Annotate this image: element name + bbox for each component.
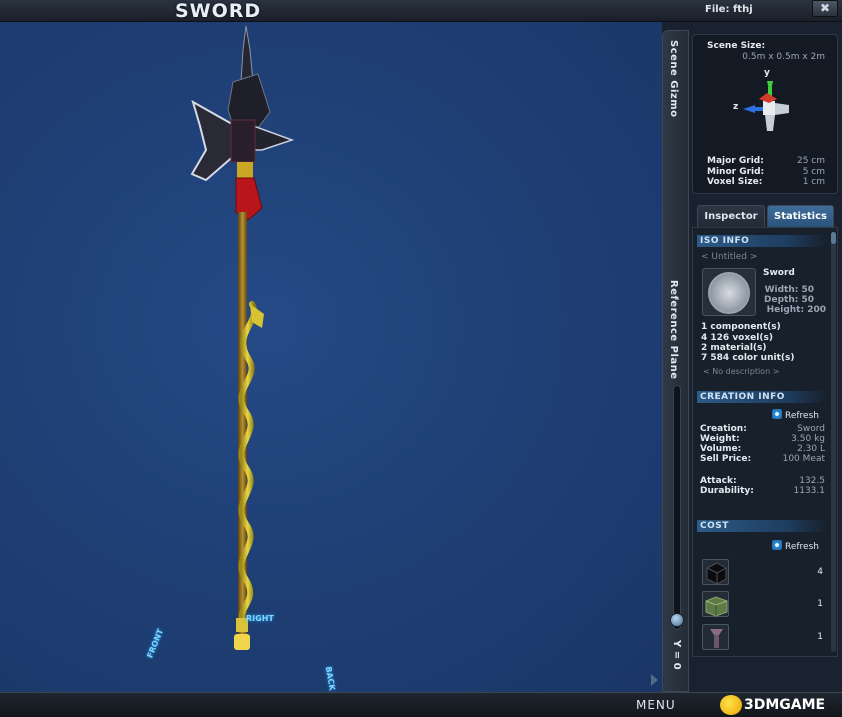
creation-label: Creation: [700, 424, 747, 434]
watermark-text: 3DMGAME [744, 697, 826, 713]
cost-item: 4 [697, 557, 827, 589]
scene-gizmo-panel: Scene Size: 0.5m x 0.5m x 2m y z Major G… [692, 34, 838, 194]
menu-button[interactable]: MENU [636, 698, 676, 712]
watermark-logo-icon [720, 695, 742, 715]
iso-materials: 2 material(s) [701, 343, 767, 353]
iso-info-header: ISO INFO [697, 235, 827, 247]
weight-label: Weight: [700, 434, 740, 444]
cost-header: COST [697, 520, 827, 532]
cost-qty: 1 [817, 599, 823, 609]
sell-price-value: 100 Meat [782, 454, 825, 464]
app-title: SWORD [175, 0, 262, 22]
3d-viewport[interactable]: FRONT RIGHT BACK [0, 22, 662, 692]
volume-value: 2.30 L [797, 444, 825, 454]
voxel-size-value: 1 cm [802, 177, 825, 187]
durability-label: Durability: [700, 486, 754, 496]
tab-statistics[interactable]: Statistics [767, 205, 834, 227]
creation-emblem-icon [708, 272, 750, 314]
reference-plane-tab[interactable]: Reference Plane [668, 280, 679, 380]
minor-grid-label: Minor Grid: [707, 167, 765, 177]
sword-model [190, 25, 295, 650]
iso-width: Width: 50 [764, 285, 814, 295]
refresh-checkbox-icon [772, 540, 782, 550]
iso-name: Sword [763, 268, 795, 278]
creation-value: Sword [797, 424, 825, 434]
iso-depth: Depth: 50 [764, 295, 814, 305]
head-core [230, 119, 256, 163]
sell-price-label: Sell Price: [700, 454, 752, 464]
iso-description: < No description > [703, 367, 780, 376]
iso-components: 1 component(s) [701, 322, 781, 332]
minor-grid-value: 5 cm [802, 167, 825, 177]
attack-value: 132.5 [799, 476, 825, 486]
collar-band [237, 162, 253, 180]
cost-qty: 1 [817, 632, 823, 642]
bottom-bar: MENU 3DMGAME [0, 692, 842, 717]
statistics-scrollbar[interactable] [831, 232, 836, 652]
sword-hilt-component-icon [702, 624, 729, 650]
iso-voxels: 4 126 voxel(s) [701, 333, 773, 343]
volume-label: Volume: [700, 444, 742, 454]
cost-item: 1 [697, 622, 827, 654]
creation-refresh-button[interactable]: Refresh [772, 409, 819, 421]
voxel-size-label: Voxel Size: [707, 177, 763, 187]
cost-refresh-button[interactable]: Refresh [772, 540, 819, 552]
iso-height: Height: 200 [766, 305, 826, 315]
reference-plane-slider-handle[interactable] [670, 613, 684, 627]
reference-plane-slider[interactable] [673, 385, 681, 630]
attack-label: Attack: [700, 476, 737, 486]
cost-item: 1 [697, 589, 827, 621]
close-button[interactable]: ✖ [812, 0, 838, 17]
dragon-wrap [238, 301, 257, 627]
refresh-checkbox-icon [772, 409, 782, 419]
creation-info-header: CREATION INFO [697, 391, 827, 403]
durability-value: 1133.1 [793, 486, 826, 496]
weight-value: 3.50 kg [791, 434, 825, 444]
major-grid-value: 25 cm [796, 156, 825, 166]
green-voxel-block-icon [702, 591, 729, 617]
cost-qty: 4 [817, 567, 823, 577]
reference-plane-value: Y = 0 [671, 640, 682, 670]
title-bar: SWORD File: fthj ✖ [0, 0, 842, 22]
iso-thumbnail [702, 268, 756, 316]
iso-color-units: 7 584 color unit(s) [701, 353, 795, 363]
expand-arrow-icon[interactable] [651, 674, 658, 686]
pommel-end [234, 634, 250, 650]
tab-inspector[interactable]: Inspector [697, 205, 765, 227]
iso-untitled: < Untitled > [701, 252, 758, 262]
watermark: 3DMGAME [716, 695, 840, 716]
scene-gizmo-tab[interactable]: Scene Gizmo [668, 40, 679, 118]
major-grid-label: Major Grid: [707, 156, 764, 166]
file-name-label: File: fthj [705, 4, 753, 15]
right-label: RIGHT [246, 614, 274, 623]
black-voxel-cube-icon [702, 559, 729, 585]
